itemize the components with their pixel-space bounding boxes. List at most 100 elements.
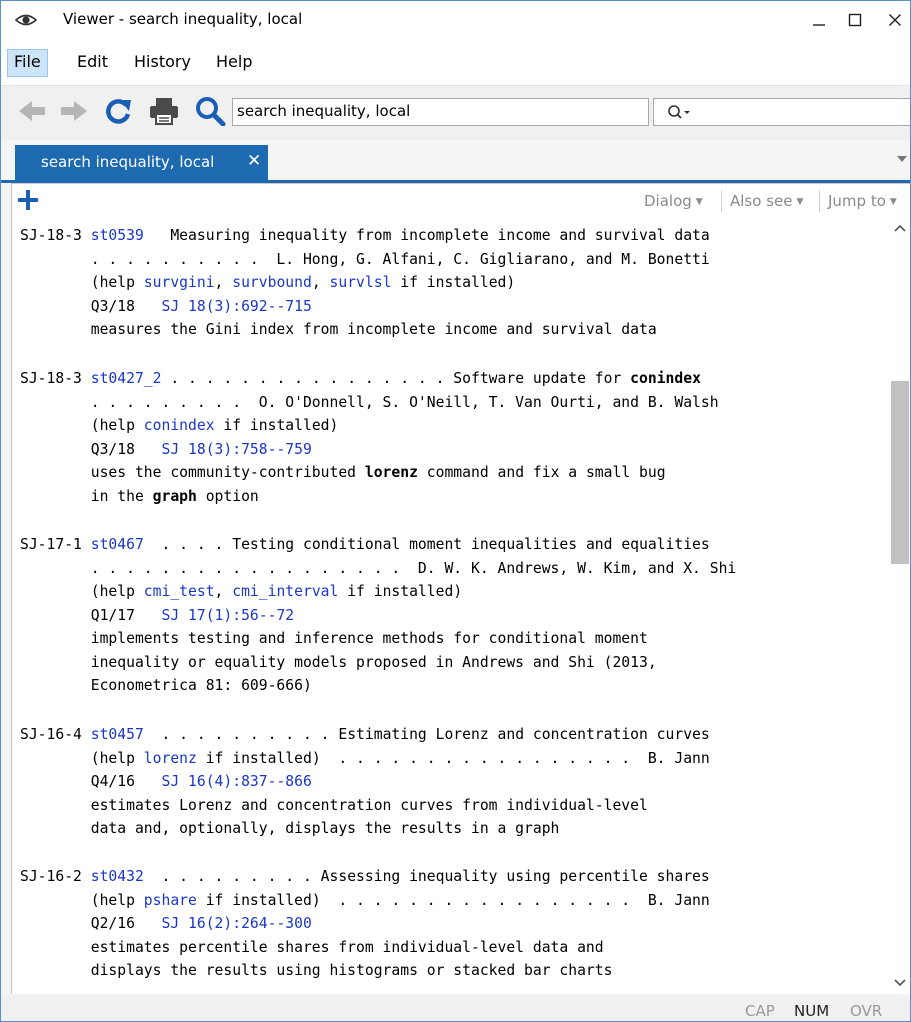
- result-link[interactable]: survgini: [144, 274, 215, 291]
- caps-lock-indicator: CAP: [745, 1002, 775, 1020]
- result-line: Q1/17 SJ 17(1):56--72: [20, 604, 736, 628]
- back-arrow-icon[interactable]: [15, 96, 49, 126]
- menu-bar: File Edit History Help: [1, 39, 910, 85]
- dialog-menu-label: Dialog: [644, 192, 692, 210]
- scroll-up-icon[interactable]: [894, 224, 906, 232]
- result-line: in the graph option: [20, 485, 719, 509]
- result-link[interactable]: SJ 17(1):56--72: [161, 607, 294, 624]
- menu-file[interactable]: File: [7, 49, 48, 77]
- tab-close-icon[interactable]: ✕: [247, 151, 261, 171]
- result-text: ,: [214, 583, 233, 600]
- result-link[interactable]: conindex: [144, 417, 215, 434]
- search-result-entry: SJ-18-3 st0539 Measuring inequality from…: [20, 224, 710, 342]
- result-line: (help lorenz if installed) . . . . . . .…: [20, 747, 710, 771]
- result-text: Econometrica 81: 609-666): [20, 677, 312, 694]
- viewer-pane: Dialog ▼ Also see ▼ Jump to ▼ SJ-18-3 st053…: [11, 183, 910, 994]
- result-link[interactable]: pshare: [144, 892, 197, 909]
- result-text: estimates percentile shares from individ…: [20, 938, 604, 956]
- divider: [721, 190, 722, 212]
- result-link[interactable]: st0539: [91, 227, 144, 244]
- result-line: SJ-18-3 st0539 Measuring inequality from…: [20, 224, 710, 248]
- result-link[interactable]: lorenz: [144, 750, 197, 767]
- result-line: Q2/16 SJ 16(2):264--300: [20, 912, 710, 936]
- num-lock-indicator: NUM: [794, 1002, 830, 1020]
- chevron-down-icon: ▼: [889, 197, 897, 207]
- result-text: (help: [20, 274, 144, 291]
- menu-help[interactable]: Help: [210, 49, 258, 75]
- result-text: if installed): [338, 583, 463, 600]
- result-link[interactable]: SJ 16(2):264--300: [161, 915, 311, 932]
- viewer-window: Viewer - search inequality, local File E…: [0, 0, 911, 1022]
- jump-to-menu[interactable]: Jump to ▼: [828, 192, 897, 210]
- result-line: SJ-17-1 st0467 . . . . Testing condition…: [20, 533, 736, 557]
- forward-arrow-icon[interactable]: [57, 96, 91, 126]
- vertical-scrollbar[interactable]: [888, 218, 910, 994]
- result-text: Q2/16: [20, 915, 162, 932]
- result-line: . . . . . . . . . O. O'Donnell, S. O'Nei…: [20, 391, 719, 415]
- result-link[interactable]: survbound: [232, 274, 312, 291]
- result-link[interactable]: SJ 16(4):837--866: [161, 773, 311, 790]
- eye-icon: [15, 14, 37, 26]
- menu-history[interactable]: History: [128, 49, 197, 75]
- divider: [819, 190, 820, 212]
- result-link[interactable]: st0467: [91, 536, 144, 553]
- search-icon[interactable]: [193, 96, 227, 126]
- search-result-entry: SJ-18-3 st0427_2 . . . . . . . . . . . .…: [20, 367, 719, 508]
- menu-edit[interactable]: Edit: [71, 49, 114, 75]
- result-text: . . . . . . . . . . . . . . . . Software…: [161, 370, 631, 387]
- result-text: Measuring inequality from incomplete inc…: [143, 227, 710, 244]
- result-text: SJ-17-1: [20, 536, 91, 553]
- tab-strip: search inequality, local ✕: [1, 140, 910, 183]
- result-text: if installed) . . . . . . . . . . . . . …: [196, 749, 710, 767]
- dialog-menu[interactable]: Dialog ▼: [644, 192, 703, 210]
- result-line: inequality or equality models proposed i…: [20, 651, 736, 675]
- add-plus-icon[interactable]: [16, 188, 40, 212]
- result-link[interactable]: SJ 18(3):758--759: [161, 441, 311, 458]
- tab-search-inequality[interactable]: search inequality, local ✕: [15, 145, 268, 180]
- search-results: SJ-18-3 st0539 Measuring inequality from…: [12, 218, 888, 994]
- result-link[interactable]: SJ 18(3):692--715: [161, 298, 311, 315]
- result-text: . . . . . . . . . . L. Hong, G. Alfani, …: [20, 250, 710, 268]
- tab-list-dropdown-icon[interactable]: [896, 154, 908, 164]
- jump-to-menu-label: Jump to: [828, 192, 886, 210]
- result-text: SJ-16-4: [20, 726, 91, 743]
- tab-label: search inequality, local: [41, 153, 215, 171]
- maximize-button[interactable]: [835, 7, 875, 33]
- result-text: SJ-18-3: [20, 227, 91, 244]
- result-link[interactable]: st0427_2: [91, 370, 162, 387]
- result-text: ,: [311, 274, 330, 291]
- refresh-icon[interactable]: [101, 96, 135, 126]
- close-icon: [889, 14, 901, 26]
- find-input[interactable]: [653, 98, 910, 126]
- result-link[interactable]: cmi_interval: [232, 583, 338, 600]
- result-line: Q3/18 SJ 18(3):758--759: [20, 438, 719, 462]
- find-search-dropdown-icon[interactable]: [666, 103, 694, 123]
- search-command-input[interactable]: search inequality, local: [232, 98, 649, 126]
- title-bar: Viewer - search inequality, local: [1, 1, 910, 39]
- result-link[interactable]: cmi_test: [144, 583, 215, 600]
- result-link[interactable]: survlsl: [330, 274, 392, 291]
- result-text: option: [196, 487, 259, 505]
- close-window-button[interactable]: [875, 7, 910, 33]
- scroll-down-icon[interactable]: [894, 979, 906, 987]
- result-line: uses the community-contributed lorenz co…: [20, 461, 719, 485]
- result-line: Q4/16 SJ 16(4):837--866: [20, 770, 710, 794]
- result-text: in the: [20, 487, 153, 505]
- result-link[interactable]: st0457: [91, 726, 144, 743]
- minimize-button[interactable]: [799, 7, 839, 33]
- result-text: data and, optionally, displays the resul…: [20, 820, 560, 837]
- minimize-icon: [813, 24, 825, 26]
- result-line: SJ-18-3 st0427_2 . . . . . . . . . . . .…: [20, 367, 719, 391]
- also-see-menu[interactable]: Also see ▼: [730, 192, 803, 210]
- result-line: estimates percentile shares from individ…: [20, 936, 710, 960]
- result-line: (help survgini, survbound, survlsl if in…: [20, 271, 710, 295]
- chevron-down-icon: ▼: [695, 197, 703, 207]
- print-icon[interactable]: [147, 96, 181, 126]
- scrollbar-thumb[interactable]: [891, 381, 909, 564]
- toolbar: search inequality, local: [1, 85, 910, 141]
- result-text: (help: [20, 417, 144, 434]
- result-text: if installed): [391, 274, 516, 291]
- result-line: . . . . . . . . . . . . . . . . . . D. W…: [20, 557, 737, 581]
- overwrite-indicator: OVR: [850, 1002, 883, 1020]
- result-link[interactable]: st0432: [91, 868, 144, 885]
